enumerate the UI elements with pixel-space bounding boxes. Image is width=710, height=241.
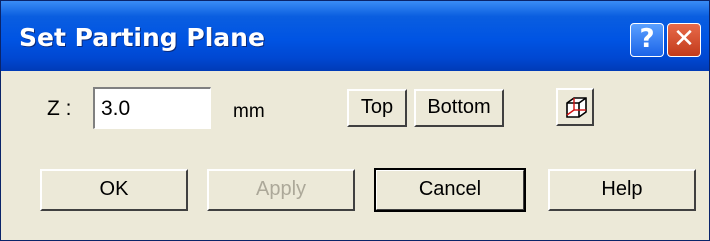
cube-view-button[interactable] xyxy=(556,88,594,126)
help-button[interactable]: Help xyxy=(548,169,696,211)
z-value-input[interactable] xyxy=(93,87,211,129)
unit-label: mm xyxy=(233,101,265,122)
dialog-window: Set Parting Plane ? ✕ Z : mm Top Bottom … xyxy=(0,0,710,241)
cube-view-icon xyxy=(566,97,587,118)
cancel-button[interactable]: Cancel xyxy=(374,168,526,212)
apply-button[interactable]: Apply xyxy=(207,169,355,211)
close-button[interactable]: ✕ xyxy=(667,23,701,57)
dialog-title: Set Parting Plane xyxy=(19,23,265,52)
z-label: Z : xyxy=(47,97,72,120)
top-button[interactable]: Top xyxy=(347,89,407,127)
bottom-button[interactable]: Bottom xyxy=(414,89,504,127)
help-title-button[interactable]: ? xyxy=(630,23,664,57)
ok-button[interactable]: OK xyxy=(40,169,188,211)
title-bar[interactable]: Set Parting Plane ? ✕ xyxy=(1,1,709,71)
